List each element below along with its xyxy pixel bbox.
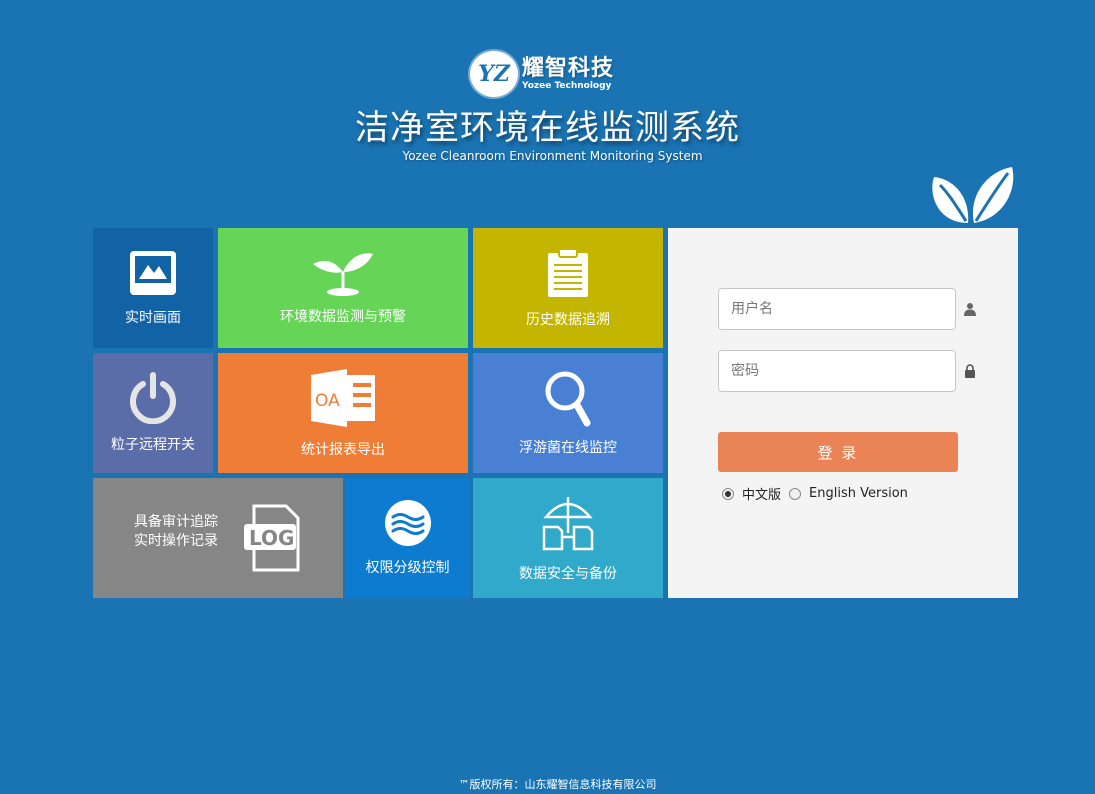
- tile-log-line2: 实时操作记录: [134, 533, 218, 549]
- sprout-icon: [313, 253, 373, 296]
- tile-backup-label: 数据安全与备份: [519, 566, 617, 582]
- tile-history-label: 历史数据追溯: [526, 312, 610, 328]
- tile-bacteria-monitoring[interactable]: 浮游菌在线监控: [473, 353, 663, 473]
- tile-report-label: 统计报表导出: [301, 442, 385, 458]
- copyright-footer: ™版权所有：山东耀智信息科技有限公司: [458, 778, 657, 791]
- language-selector: 中文版 English Version: [722, 484, 916, 503]
- tile-bacteria-label: 浮游菌在线监控: [519, 440, 617, 456]
- svg-text:OA: OA: [315, 391, 340, 411]
- tile-data-backup[interactable]: 数据安全与备份: [473, 478, 663, 598]
- password-input[interactable]: [718, 350, 956, 392]
- logo: YZ 耀智科技 Yozee Technology: [470, 50, 630, 98]
- username-input[interactable]: [718, 288, 956, 330]
- waves-icon: [384, 500, 431, 546]
- lock-icon: [965, 364, 975, 378]
- user-icon: [964, 303, 976, 316]
- tile-permission-control[interactable]: 权限分级控制: [345, 478, 470, 598]
- lang-option-en[interactable]: English Version: [789, 486, 908, 501]
- tile-power-label: 粒子远程开关: [111, 437, 195, 453]
- login-panel: 登 录 中文版 English Version: [668, 228, 1018, 598]
- clipboard-icon: [548, 248, 588, 297]
- magnifier-icon: [545, 371, 591, 427]
- tile-report-export[interactable]: OA 统计报表导出: [218, 353, 468, 473]
- tile-log-line1: 具备审计追踪: [134, 514, 218, 530]
- umbrella-files-icon: [542, 497, 594, 551]
- tile-audit-log[interactable]: 具备审计追踪 实时操作记录 LOG: [93, 478, 343, 598]
- lang-en-label: English Version: [809, 486, 908, 501]
- picture-icon: [130, 251, 176, 295]
- tile-particle-switch[interactable]: 粒子远程开关: [93, 353, 213, 473]
- oa-report-icon: OA: [311, 369, 375, 427]
- tile-env-label: 环境数据监测与预警: [280, 309, 406, 325]
- tile-realtime[interactable]: 实时画面: [93, 228, 213, 348]
- tile-env-monitoring[interactable]: 环境数据监测与预警: [218, 228, 468, 348]
- log-file-icon: LOG: [244, 504, 300, 572]
- tile-history[interactable]: 历史数据追溯: [473, 228, 663, 348]
- login-button[interactable]: 登 录: [718, 432, 958, 472]
- tile-perm-label: 权限分级控制: [365, 560, 450, 576]
- lang-option-cn[interactable]: 中文版: [722, 484, 781, 503]
- logo-company-name-en: Yozee Technology: [522, 80, 612, 91]
- power-icon: [130, 372, 176, 424]
- lang-en-radio[interactable]: [789, 487, 802, 500]
- logo-company-name: 耀智科技: [522, 55, 615, 81]
- tile-realtime-label: 实时画面: [125, 310, 181, 326]
- page-subtitle: Yozee Cleanroom Environment Monitoring S…: [402, 149, 703, 163]
- leaves-icon: [932, 167, 1014, 223]
- logo-mark: YZ: [470, 51, 518, 97]
- page-title: 洁净室环境在线监测系统: [355, 108, 740, 148]
- lang-cn-radio[interactable]: [722, 487, 734, 500]
- svg-text:LOG: LOG: [249, 526, 294, 550]
- lang-cn-label: 中文版: [742, 488, 782, 503]
